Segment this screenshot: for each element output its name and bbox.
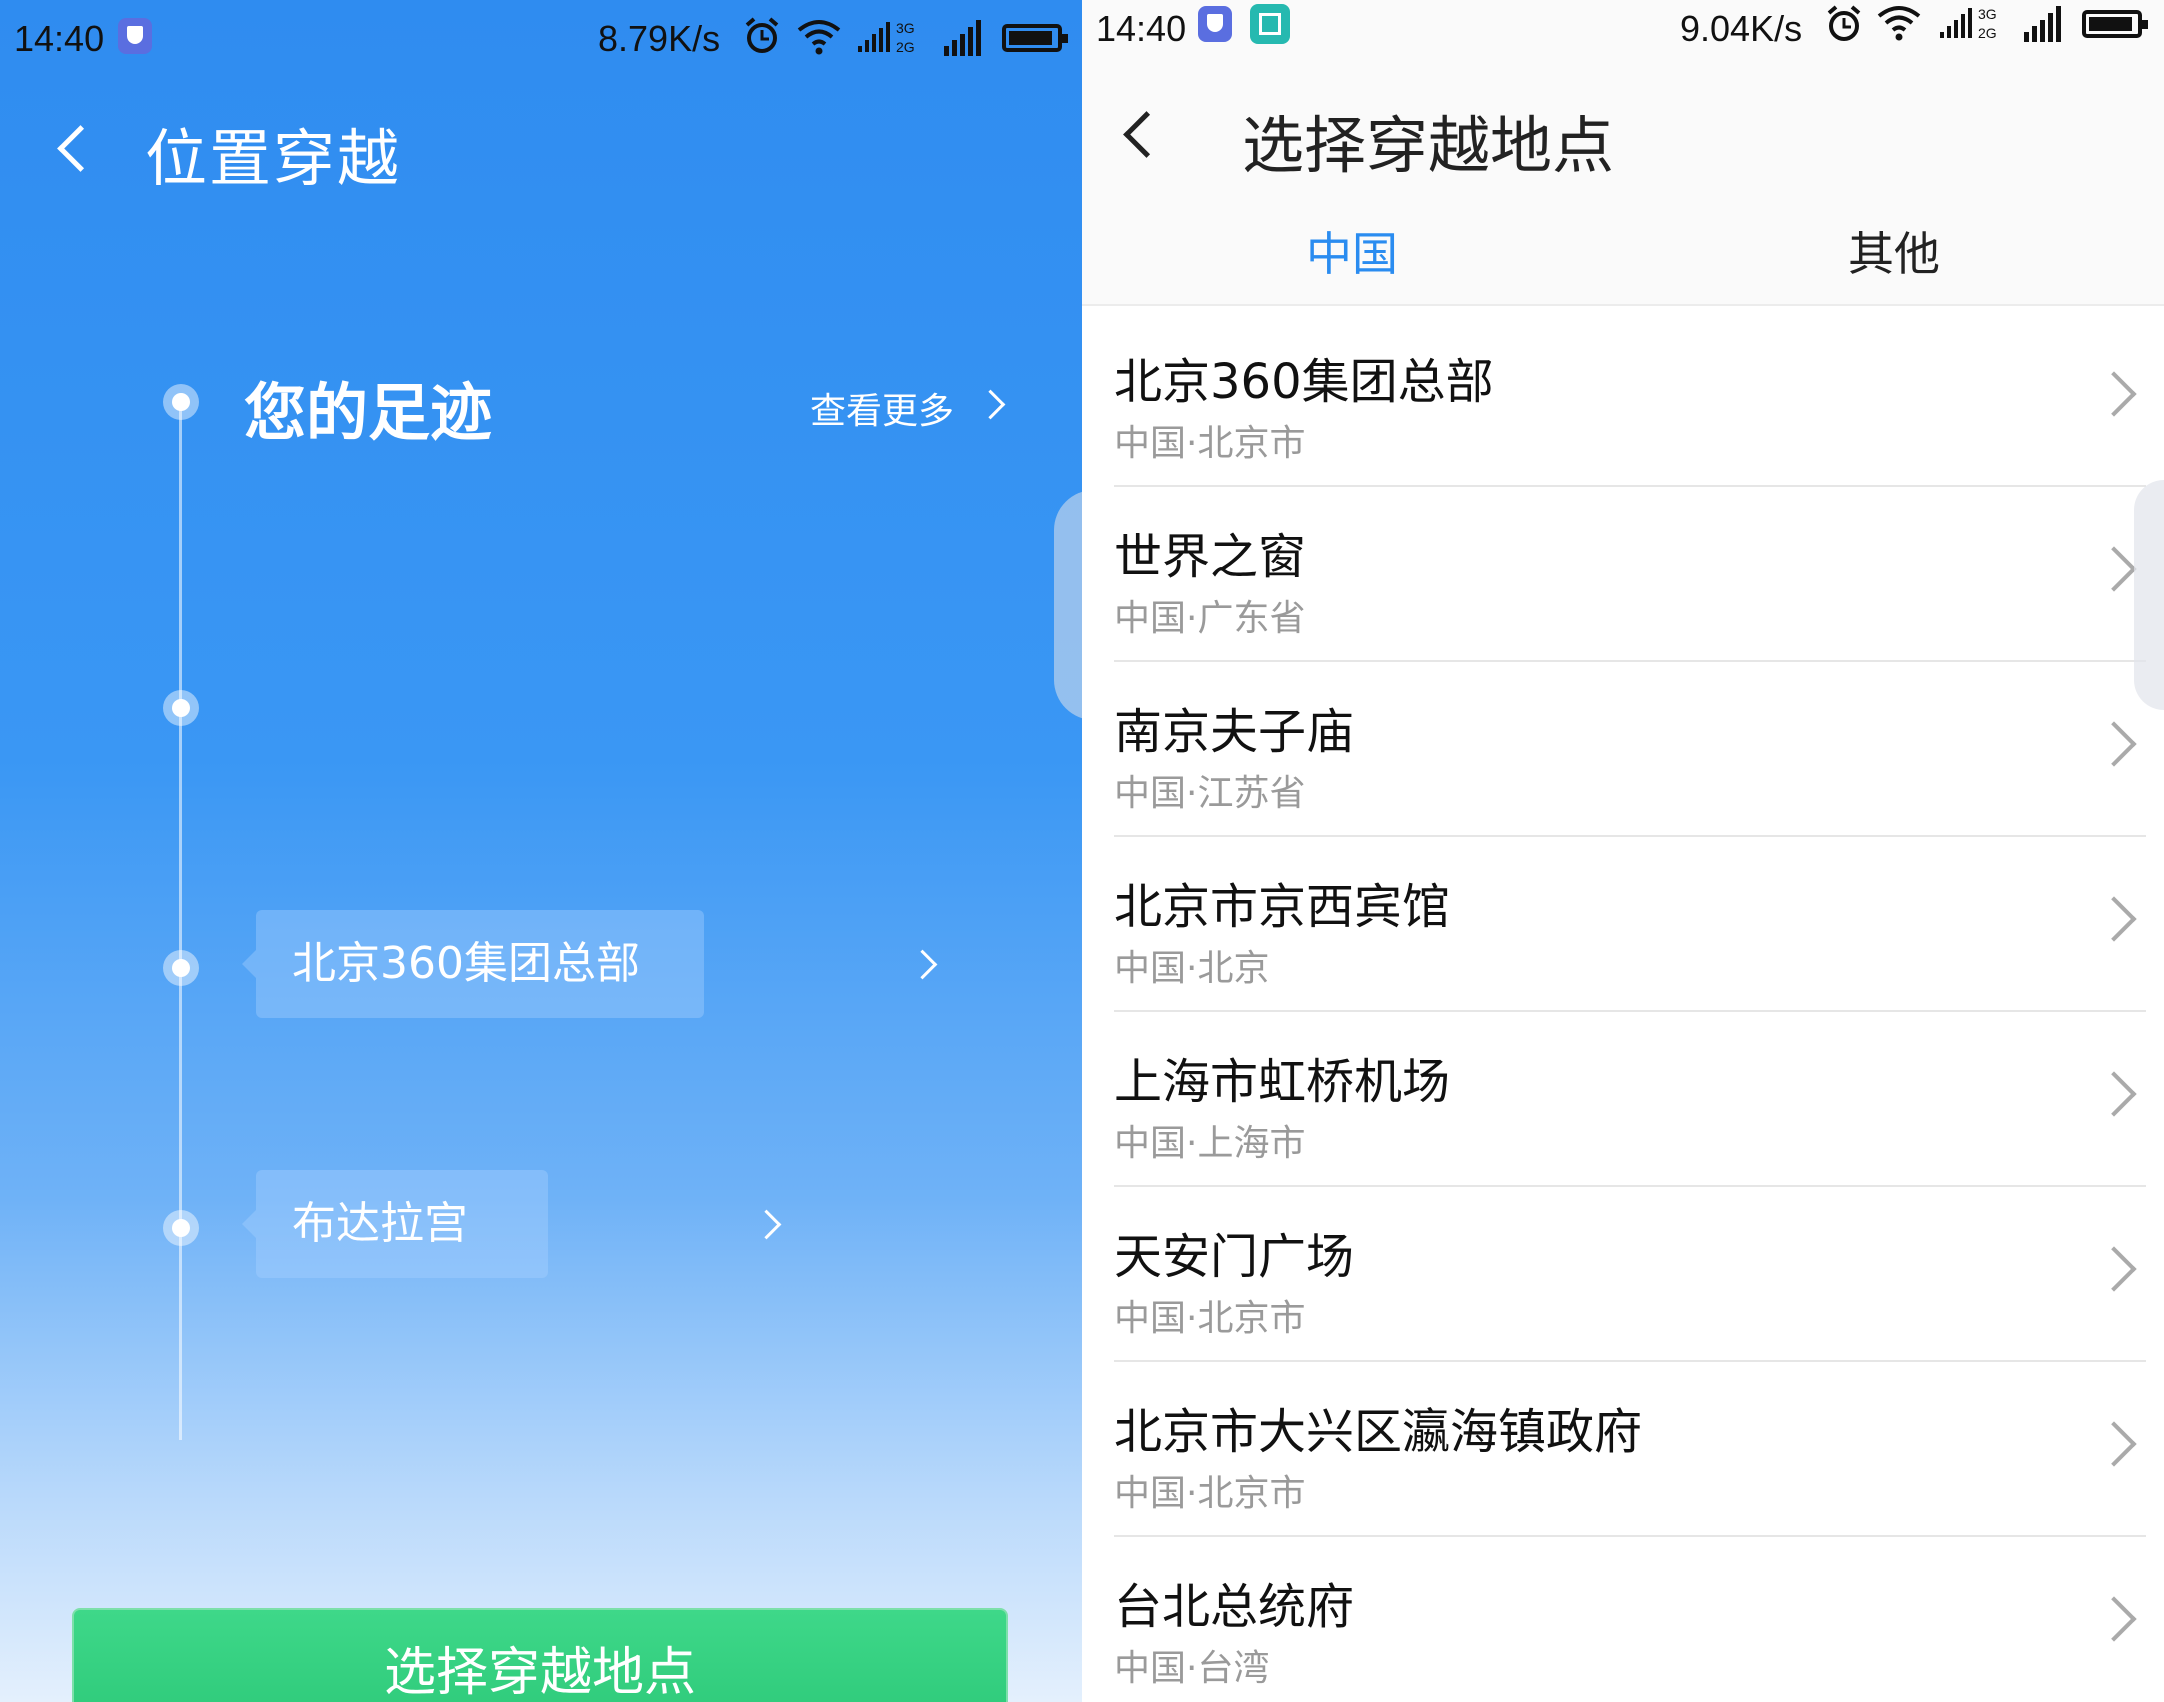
timeline-dot — [163, 1210, 199, 1246]
place-name: 台北总统府 — [1114, 1579, 1355, 1635]
footprints-heading: 您的足迹 — [244, 376, 493, 449]
status-time: 14:40 — [14, 18, 105, 59]
place-address: 中国·北京 — [1114, 948, 1270, 989]
select-destination-screen: 14:40 9.04K/s 3G 2G 选择穿越地点 中国 其他 北京360集团… — [1082, 0, 2164, 1702]
svg-text:3G: 3G — [1978, 6, 1997, 22]
place-row[interactable]: 台北总统府 中国·台湾 — [1114, 1537, 2146, 1702]
place-address: 中国·北京市 — [1114, 423, 1306, 464]
tab-china[interactable]: 中国 — [1306, 218, 1398, 284]
place-row[interactable]: 南京夫子庙 中国·江苏省 — [1114, 662, 2146, 837]
svg-text:2G: 2G — [896, 39, 915, 55]
wifi-icon — [1877, 6, 1921, 41]
status-time: 14:40 — [1096, 8, 1187, 49]
status-bar: 14:40 9.04K/s 3G 2G — [1082, 0, 2164, 80]
svg-text:2G: 2G — [1978, 25, 1997, 41]
side-drag-handle[interactable] — [1054, 490, 1082, 720]
network-speed: 9.04K/s — [1680, 8, 1803, 49]
place-name: 北京市大兴区瀛海镇政府 — [1114, 1404, 1643, 1460]
place-name: 北京360集团总部 — [1114, 354, 1494, 410]
footprint-item[interactable]: 布达拉宫 — [242, 1170, 782, 1278]
header: 14:40 9.04K/s 3G 2G 选择穿越地点 中国 其他 — [1082, 0, 2164, 305]
alarm-icon — [1827, 5, 1861, 41]
chevron-right-icon — [2091, 896, 2137, 942]
place-address: 中国·台湾 — [1114, 1648, 1270, 1689]
alarm-icon — [745, 17, 779, 53]
signal-bars-icon — [2024, 6, 2061, 42]
place-name: 北京市京西宾馆 — [1114, 879, 1451, 935]
wifi-icon — [797, 20, 841, 55]
place-row[interactable]: 上海市虹桥机场 中国·上海市 — [1114, 1012, 2146, 1187]
footprint-label: 布达拉宫 — [292, 1198, 468, 1249]
divider — [1082, 304, 2164, 306]
footprint-label: 北京360集团总部 — [292, 938, 640, 989]
place-name: 世界之窗 — [1114, 529, 1307, 585]
place-address: 中国·上海市 — [1114, 1123, 1306, 1164]
chevron-right-icon — [2091, 1596, 2137, 1642]
network-speed: 8.79K/s — [598, 18, 721, 59]
shield-app-icon — [1198, 6, 1232, 42]
timeline-dot — [163, 690, 199, 726]
place-row[interactable]: 北京市大兴区瀛海镇政府 中国·北京市 — [1114, 1362, 2146, 1537]
select-destination-button[interactable]: 选择穿越地点 — [72, 1608, 1008, 1702]
status-bar: 14:40 8.79K/s 3G 2G — [0, 0, 1082, 80]
footprint-item[interactable]: 北京360集团总部 — [242, 910, 938, 1018]
back-arrow-icon[interactable] — [1123, 111, 1170, 158]
battery-icon — [1002, 24, 1068, 52]
place-row[interactable]: 北京市京西宾馆 中国·北京 — [1114, 837, 2146, 1012]
place-name: 天安门广场 — [1114, 1229, 1355, 1285]
chevron-right-icon — [907, 949, 938, 980]
place-row[interactable]: 世界之窗 中国·广东省 — [1114, 487, 2146, 662]
signal-bars-icon — [944, 20, 981, 56]
place-name: 南京夫子庙 — [1114, 704, 1355, 760]
place-address: 中国·北京市 — [1114, 1298, 1306, 1339]
view-more-label: 查看更多 — [810, 391, 955, 432]
shield-app-icon — [118, 18, 152, 54]
chevron-right-icon — [975, 389, 1006, 420]
battery-icon — [2082, 10, 2148, 38]
chevron-right-icon — [2091, 371, 2137, 417]
back-arrow-icon[interactable] — [57, 125, 104, 172]
svg-text:3G: 3G — [896, 20, 915, 36]
place-row[interactable]: 天安门广场 中国·北京市 — [1114, 1187, 2146, 1362]
place-name: 上海市虹桥机场 — [1114, 1054, 1451, 1110]
page-title: 位置穿越 — [145, 122, 402, 195]
timeline-line — [179, 400, 182, 1440]
place-address: 中国·北京市 — [1114, 1473, 1306, 1514]
timeline-dot — [163, 950, 199, 986]
page-title: 选择穿越地点 — [1242, 109, 1615, 182]
side-drag-handle[interactable] — [2134, 480, 2164, 710]
screenshot-app-icon — [1250, 4, 1290, 44]
location-travel-screen: 14:40 8.79K/s 3G 2G 位置穿越 您的足迹 查看更多 北京360… — [0, 0, 1082, 1702]
place-row[interactable]: 北京360集团总部 中国·北京市 — [1114, 312, 2146, 487]
chevron-right-icon — [2091, 721, 2137, 767]
signal-3g-icon: 3G 2G — [1940, 6, 1997, 41]
chevron-right-icon — [2091, 1071, 2137, 1117]
chevron-right-icon — [2091, 546, 2137, 592]
timeline-dot — [163, 384, 199, 420]
tab-other[interactable]: 其他 — [1848, 218, 1940, 284]
chevron-right-icon — [751, 1209, 782, 1240]
signal-3g-icon: 3G 2G — [858, 20, 915, 55]
chevron-right-icon — [2091, 1246, 2137, 1292]
place-address: 中国·江苏省 — [1114, 773, 1306, 814]
chevron-right-icon — [2091, 1421, 2137, 1467]
place-address: 中国·广东省 — [1114, 598, 1306, 639]
